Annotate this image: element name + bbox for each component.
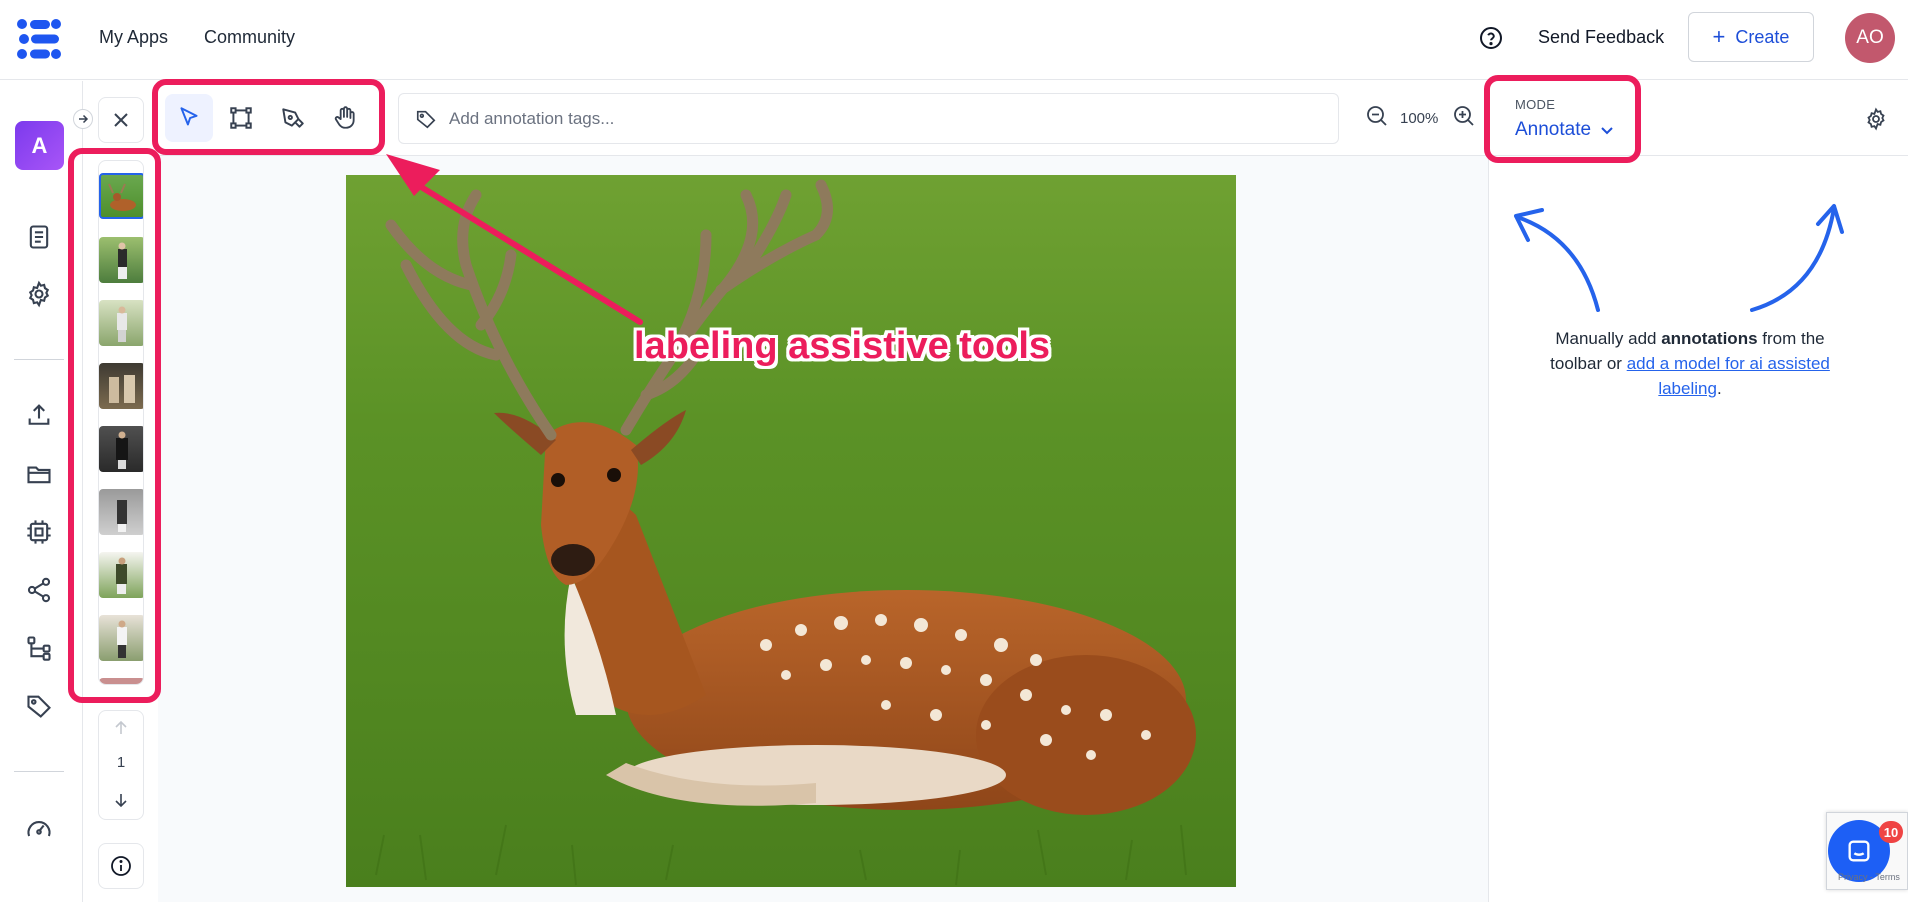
- mode-value: Annotate: [1515, 119, 1592, 140]
- nav-community[interactable]: Community: [204, 27, 295, 48]
- document-icon[interactable]: [25, 223, 53, 251]
- pan-hand-tool-icon[interactable]: [321, 94, 369, 142]
- thumbnail-list: [98, 160, 144, 685]
- left-rail: A: [0, 81, 83, 902]
- annotation-tools: [165, 92, 375, 144]
- annotation-tags-input[interactable]: [449, 108, 1329, 129]
- send-feedback-link[interactable]: Send Feedback: [1538, 27, 1664, 48]
- nav-my-apps[interactable]: My Apps: [99, 27, 168, 48]
- mode-label: MODE: [1515, 97, 1556, 112]
- thumbnail-item[interactable]: [99, 363, 143, 409]
- thumbnail-item[interactable]: [99, 300, 143, 346]
- upload-icon[interactable]: [25, 401, 53, 429]
- toolbar-divider: [158, 155, 1488, 156]
- cpu-icon[interactable]: [25, 518, 53, 546]
- user-avatar[interactable]: AO: [1845, 13, 1895, 63]
- recaptcha-text[interactable]: Privacy - Terms: [1838, 872, 1900, 882]
- chevron-down-icon: [1599, 122, 1615, 138]
- create-button[interactable]: + Create: [1688, 12, 1814, 62]
- zoom-in-icon[interactable]: [1452, 104, 1476, 128]
- expand-rail-button[interactable]: [73, 109, 93, 129]
- thumbnail-item[interactable]: [99, 426, 143, 472]
- app-badge[interactable]: A: [15, 121, 64, 170]
- workflow-icon[interactable]: [25, 634, 53, 662]
- chat-badge-count: 10: [1879, 821, 1903, 843]
- close-button[interactable]: [98, 97, 144, 143]
- right-panel: [1488, 81, 1908, 902]
- arrow-down-icon[interactable]: [112, 791, 130, 809]
- thumbnail-item[interactable]: [99, 678, 143, 684]
- share-icon[interactable]: [25, 576, 53, 604]
- tag-icon[interactable]: [25, 692, 53, 720]
- help-icon[interactable]: [1479, 26, 1503, 50]
- empty-state-hint: Manually add annotations from the toolba…: [1550, 329, 1830, 398]
- add-model-link[interactable]: add a model for ai assisted labeling: [1627, 354, 1830, 398]
- top-bar: My Apps Community Send Feedback + Create…: [0, 0, 1908, 80]
- create-button-label: Create: [1735, 26, 1790, 47]
- thumbnail-item[interactable]: [99, 552, 143, 598]
- select-tool-icon[interactable]: [165, 94, 213, 142]
- bounding-box-tool-icon[interactable]: [217, 94, 265, 142]
- tag-icon: [415, 108, 437, 130]
- thumbnail-item[interactable]: [99, 615, 143, 661]
- thumbnail-item[interactable]: [99, 173, 143, 219]
- rail-divider: [14, 359, 64, 360]
- annotation-tags-field[interactable]: [398, 93, 1339, 144]
- thumbnail-item[interactable]: [99, 237, 143, 283]
- polygon-pen-tool-icon[interactable]: [269, 94, 317, 142]
- gear-icon[interactable]: [1864, 107, 1888, 131]
- settings-icon[interactable]: [25, 280, 53, 308]
- annotated-image[interactable]: [346, 175, 1236, 887]
- clarifai-logo[interactable]: [16, 18, 62, 60]
- rail-divider: [14, 771, 64, 772]
- plus-icon: +: [1712, 24, 1726, 49]
- dashboard-gauge-icon[interactable]: [25, 815, 53, 843]
- pagination: 1: [98, 710, 144, 820]
- thumbnail-item[interactable]: [99, 489, 143, 535]
- arrow-up-icon[interactable]: [112, 719, 130, 737]
- right-panel-divider: [1488, 155, 1908, 156]
- folder-icon[interactable]: [25, 460, 53, 488]
- hint-bold: annotations: [1661, 329, 1758, 348]
- mode-select[interactable]: Annotate: [1515, 119, 1615, 141]
- zoom-level: 100%: [1400, 110, 1439, 127]
- zoom-out-icon[interactable]: [1365, 104, 1389, 128]
- info-button[interactable]: [98, 843, 144, 889]
- page-number: 1: [116, 754, 126, 771]
- callout-label: labeling assistive tools: [634, 325, 1051, 367]
